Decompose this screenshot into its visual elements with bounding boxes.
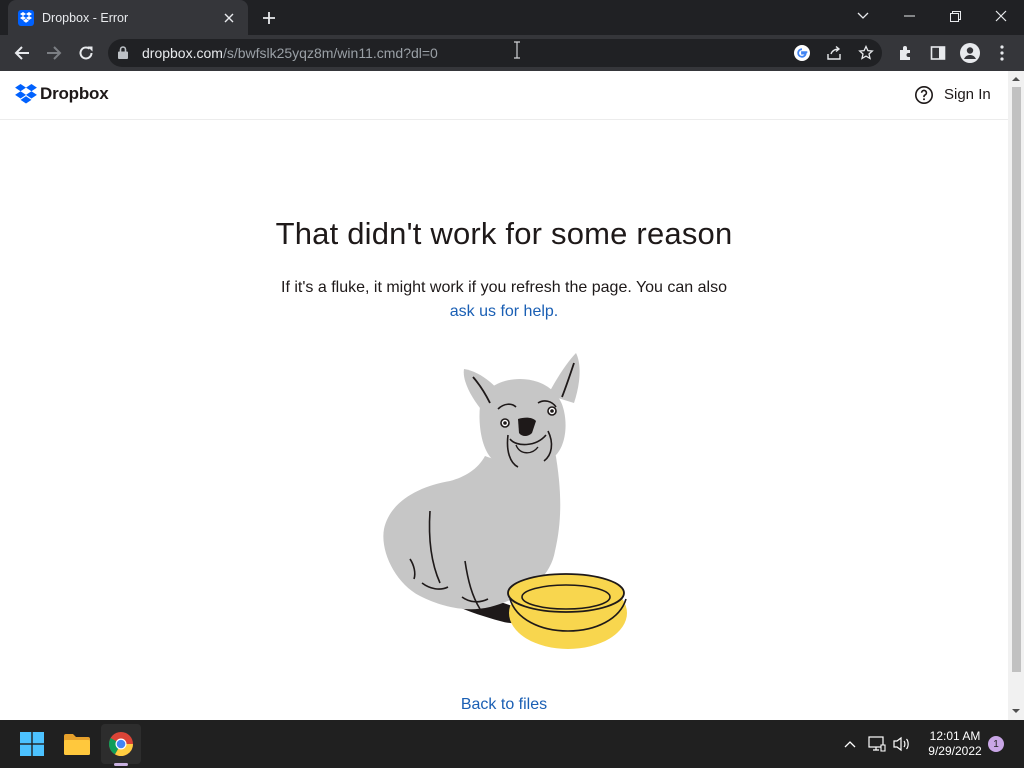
- text-cursor-icon: [514, 41, 520, 59]
- share-icon[interactable]: [824, 43, 844, 63]
- bookmark-star-icon[interactable]: [856, 43, 876, 63]
- tab-title: Dropbox - Error: [42, 10, 129, 25]
- close-tab-icon[interactable]: [220, 9, 238, 27]
- logo-wordmark: Dropbox: [40, 84, 109, 103]
- dropbox-logo[interactable]: Dropbox: [15, 84, 109, 104]
- windows-start-icon[interactable]: [12, 724, 52, 764]
- profile-avatar-icon[interactable]: [958, 41, 982, 65]
- page-viewport: Dropbox Sign In That didn't work for som…: [0, 71, 1024, 720]
- dropbox-favicon-icon: [18, 9, 34, 26]
- error-message-text: If it's a fluke, it might work if you re…: [281, 279, 727, 296]
- browser-toolbar: dropbox.com/s/bwfslk25yqz8m/win11.cmd?dl…: [0, 35, 1024, 71]
- lock-icon[interactable]: [118, 46, 128, 64]
- sign-in-link[interactable]: Sign In: [944, 86, 991, 103]
- back-arrow-icon[interactable]: [8, 39, 36, 67]
- clock-time: 12:01 AM: [929, 729, 981, 743]
- scroll-down-icon[interactable]: [1012, 707, 1020, 715]
- google-icon[interactable]: [792, 43, 812, 63]
- chrome-menu-icon[interactable]: [990, 41, 1014, 65]
- ask-for-help-link[interactable]: ask us for help.: [450, 303, 559, 320]
- restore-icon[interactable]: [932, 0, 978, 32]
- reload-icon[interactable]: [72, 39, 100, 67]
- system-clock[interactable]: 12:01 AM 9/29/2022: [915, 729, 995, 759]
- side-panel-icon[interactable]: [926, 41, 950, 65]
- scrollbar-thumb[interactable]: [1012, 87, 1021, 672]
- url-text[interactable]: dropbox.com/s/bwfslk25yqz8m/win11.cmd?dl…: [142, 45, 438, 61]
- notification-badge[interactable]: 1: [988, 736, 1004, 752]
- forward-arrow-icon[interactable]: [40, 39, 68, 67]
- address-bar[interactable]: dropbox.com/s/bwfslk25yqz8m/win11.cmd?dl…: [108, 39, 882, 67]
- site-header: Dropbox Sign In: [0, 71, 1008, 120]
- tab-search-icon[interactable]: [840, 0, 886, 32]
- minimize-icon[interactable]: [886, 0, 932, 32]
- close-window-icon[interactable]: [978, 0, 1024, 32]
- error-message: If it's a fluke, it might work if you re…: [0, 276, 1008, 324]
- clock-date: 9/29/2022: [928, 744, 982, 758]
- network-icon[interactable]: [867, 734, 887, 754]
- dropbox-logo-icon: [15, 84, 37, 104]
- scroll-up-icon[interactable]: [1012, 75, 1020, 83]
- chrome-taskbar-icon[interactable]: [101, 724, 141, 764]
- file-explorer-icon[interactable]: [57, 724, 97, 764]
- new-tab-icon[interactable]: [258, 7, 280, 29]
- extensions-puzzle-icon[interactable]: [894, 41, 918, 65]
- windows-taskbar: 12:01 AM 9/29/2022 1: [0, 720, 1024, 768]
- show-hidden-icons-chevron-icon[interactable]: [840, 734, 860, 754]
- error-heading: That didn't work for some reason: [275, 216, 733, 251]
- back-to-files-link[interactable]: Back to files: [0, 696, 1008, 714]
- volume-icon[interactable]: [892, 734, 912, 754]
- sad-dog-illustration: [383, 353, 627, 649]
- browser-titlebar: Dropbox - Error: [0, 0, 1024, 35]
- help-question-icon[interactable]: [914, 85, 934, 105]
- browser-tab[interactable]: Dropbox - Error: [8, 0, 248, 35]
- active-app-indicator: [114, 763, 128, 766]
- page-scrollbar[interactable]: [1008, 71, 1024, 720]
